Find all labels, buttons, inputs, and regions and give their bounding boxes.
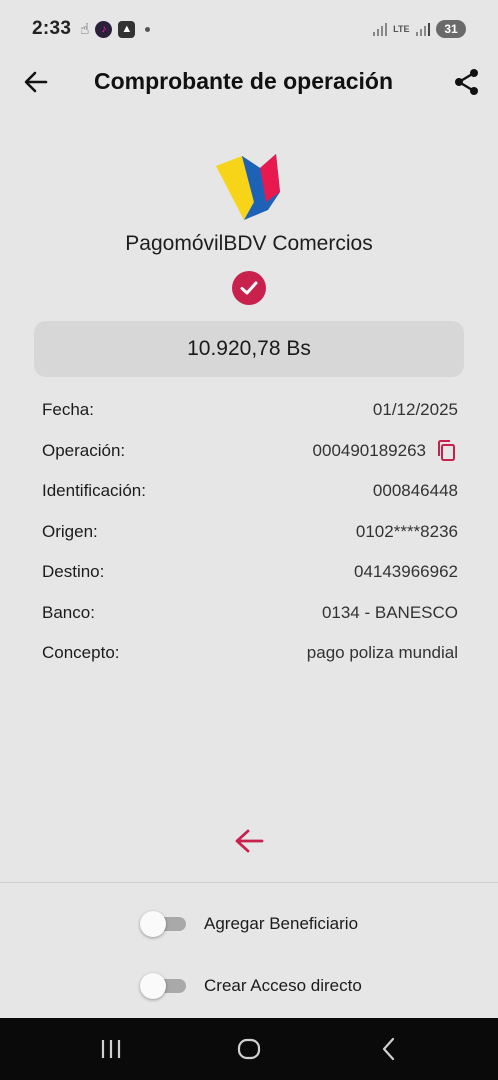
status-system-icons: LTE 31: [372, 20, 466, 38]
detail-row-destino: Destino: 04143966962: [42, 552, 458, 593]
recent-apps-icon: [101, 1040, 121, 1058]
arrow-left-icon: [24, 71, 48, 93]
status-time: 2:33: [32, 18, 72, 39]
detail-value-wrapper: 000490189263: [313, 439, 458, 463]
music-app-icon: ♪: [95, 20, 113, 38]
pagomovil-logo: [216, 154, 280, 220]
detail-row-fecha: Fecha: 01/12/2025: [42, 390, 458, 431]
return-button[interactable]: [232, 824, 266, 858]
amount-display: 10.920,78 Bs: [34, 321, 464, 377]
share-icon: [455, 69, 478, 95]
detail-row-identificacion: Identificación: 000846448: [42, 471, 458, 512]
detail-value: 01/12/2025: [372, 400, 458, 420]
home-button[interactable]: [236, 1036, 262, 1062]
operation-number: 000490189263: [312, 440, 426, 460]
home-icon: [237, 1038, 261, 1060]
detail-label: Destino:: [42, 562, 105, 582]
lte-icon: LTE: [393, 23, 410, 34]
checkmark-circle-icon: [232, 271, 266, 305]
signal-icon: [372, 22, 388, 36]
detail-value: 04143966962: [353, 562, 458, 582]
toggle-label: Crear Acceso directo: [204, 976, 362, 995]
toggle-row-agregar-beneficiario: Agregar Beneficiario: [140, 909, 358, 939]
detail-label: Origen:: [42, 521, 98, 541]
detail-label: Identificación:: [42, 481, 146, 501]
brand-name: PagomóvilBDV Comercios: [125, 232, 373, 255]
detail-value: pago poliza mundial: [306, 643, 458, 663]
detail-label: Operación:: [42, 440, 126, 460]
divider: [0, 882, 498, 883]
detail-value: 0134 - BANESCO: [321, 602, 458, 622]
detail-value: 0102****8236: [355, 521, 458, 541]
detail-row-operacion: Operación: 000490189263: [42, 431, 458, 472]
system-back-button[interactable]: [376, 1036, 402, 1062]
detail-label: Banco:: [42, 602, 95, 622]
toggle-label: Agregar Beneficiario: [204, 914, 359, 933]
detail-row-banco: Banco: 0134 - BANESCO: [42, 593, 458, 634]
status-bar: 2:33 ☝ ♪ ▲ LTE 31: [0, 0, 498, 58]
battery-icon: 31: [436, 20, 466, 38]
app-header: Comprobante de operación: [0, 58, 498, 106]
back-button[interactable]: [22, 68, 50, 96]
crear-acceso-directo-toggle[interactable]: [140, 973, 186, 999]
detail-row-concepto: Concepto: pago poliza mundial: [42, 633, 458, 674]
recent-apps-button[interactable]: [98, 1036, 124, 1062]
notification-icon: ▲: [118, 20, 136, 38]
copy-icon[interactable]: [434, 439, 458, 463]
toggle-knob: [140, 911, 166, 937]
page-title: Comprobante de operación: [94, 68, 394, 94]
toggle-knob: [140, 973, 166, 999]
arrow-left-icon: [235, 829, 264, 853]
detail-value: 000846448: [372, 481, 458, 501]
signal-icon: [415, 22, 430, 36]
agregar-beneficiario-toggle[interactable]: [140, 911, 186, 937]
dot-icon: [145, 26, 151, 32]
chevron-left-icon: [382, 1037, 395, 1061]
status-notification-icons: ☝ ♪ ▲: [80, 20, 151, 38]
toggle-row-crear-acceso: Crear Acceso directo: [140, 971, 362, 1001]
system-navigation-bar: [0, 1018, 498, 1080]
hand-icon: ☝: [80, 20, 90, 38]
detail-label: Concepto:: [42, 643, 120, 663]
operation-details: Fecha: 01/12/2025 Operación: 00049018926…: [42, 390, 458, 674]
detail-row-origen: Origen: 0102****8236: [42, 512, 458, 553]
detail-label: Fecha:: [42, 400, 94, 420]
share-button[interactable]: [452, 67, 482, 97]
